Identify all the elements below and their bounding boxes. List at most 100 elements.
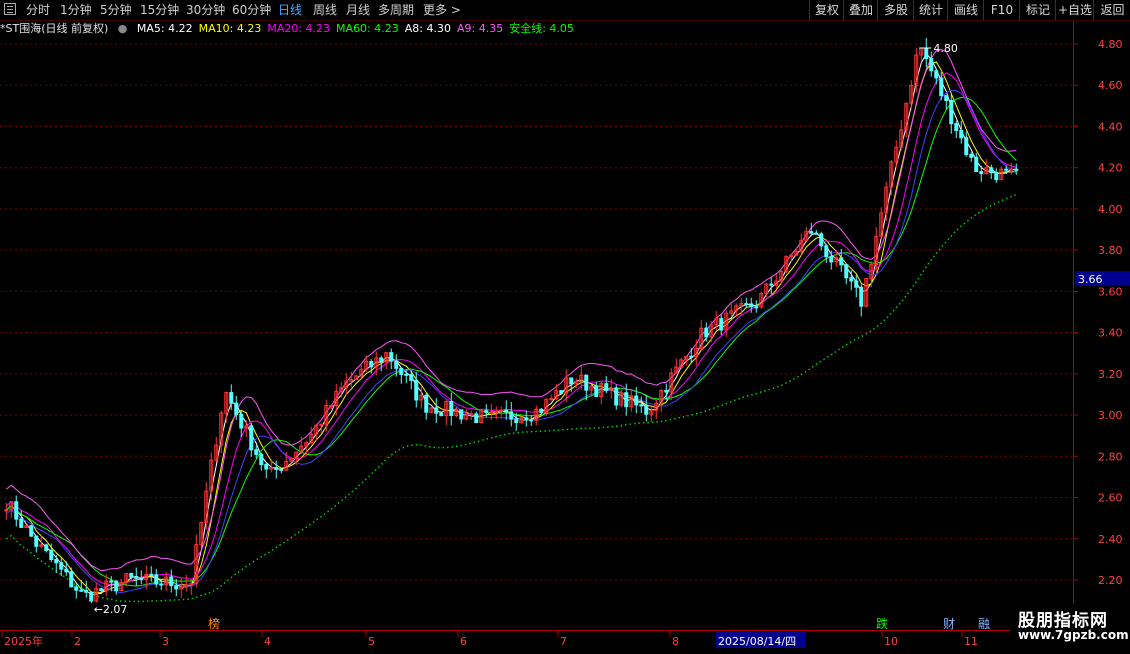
ma-line-4 [5, 49, 1017, 572]
price-tick-6: 3.60 [1098, 285, 1123, 298]
candle [259, 452, 264, 471]
indicator-legend: *ST围海(日线 前复权) ● MA5: 4.22 MA10: 4.23 MA20:… [0, 21, 586, 37]
candle [989, 164, 994, 180]
event-marker-0[interactable]: 榜 [208, 616, 220, 630]
candle [794, 247, 799, 257]
cursor-value: 3.66 [1078, 273, 1103, 286]
low-label: ←2.07 [94, 603, 128, 616]
candle [924, 38, 929, 68]
time-label-1: 2 [74, 635, 81, 648]
safety-line [5, 193, 1017, 603]
period-tab-0[interactable]: 分时 [26, 2, 50, 18]
ma-line-5 [5, 89, 1017, 594]
candle [34, 535, 39, 553]
candle [279, 468, 284, 474]
period-tab-1[interactable]: 1分钟 [60, 2, 92, 18]
event-marker-2[interactable]: 财 [943, 617, 955, 630]
period-tab-3[interactable]: 15分钟 [140, 2, 179, 18]
candle [844, 263, 849, 285]
price-tick-9: 3.00 [1098, 409, 1123, 422]
candle [899, 119, 904, 151]
date-tag: 2025/08/14/四 [718, 635, 796, 648]
candle [864, 277, 869, 308]
candle [459, 409, 464, 424]
candle [29, 524, 34, 537]
toolbar-button-4[interactable]: 画线 [947, 0, 984, 20]
candle [999, 166, 1004, 181]
candle [824, 243, 829, 263]
candle [974, 152, 979, 173]
candle [149, 566, 154, 582]
candle [44, 543, 49, 553]
candle [469, 410, 474, 420]
settings-icon[interactable]: ● [118, 22, 128, 35]
price-tick-1: 4.60 [1098, 79, 1123, 92]
candle [454, 406, 459, 418]
stock-title: *ST围海(日线 前复权) [0, 22, 109, 35]
candle [169, 569, 174, 593]
candle [89, 591, 94, 604]
candle [424, 393, 429, 420]
candle [539, 408, 544, 413]
candle [914, 47, 919, 93]
toolbar-button-0[interactable]: 复权 [809, 0, 844, 20]
candle [504, 400, 509, 420]
toolbar-button-2[interactable]: 多股 [877, 0, 914, 20]
candle [329, 404, 334, 410]
toolbar-button-1[interactable]: 叠加 [843, 0, 878, 20]
period-tab-4[interactable]: 30分钟 [186, 2, 225, 18]
candle [174, 579, 179, 597]
period-tab-5[interactable]: 60分钟 [232, 2, 271, 18]
toolbar-button-5[interactable]: F10 [983, 0, 1020, 20]
candle [449, 392, 454, 426]
candle [464, 409, 469, 421]
candle [549, 395, 554, 402]
candle [954, 120, 959, 139]
time-label-7: 8 [672, 635, 679, 648]
candle [614, 384, 619, 410]
toolbar: 分时 1分钟 5分钟 15分钟 30分钟 60分钟 日线 周线 月线 多周期 更多 > 复权 叠加 多股… [0, 0, 1130, 21]
candle [594, 381, 599, 397]
candle [679, 357, 684, 370]
candle [224, 391, 229, 423]
candle [314, 424, 319, 441]
candle [784, 255, 789, 273]
period-tab-2[interactable]: 5分钟 [100, 2, 132, 18]
legend-item-1: MA10: 4.23 [198, 22, 262, 35]
candle [869, 261, 874, 288]
candle [154, 568, 159, 588]
time-label-9: 11 [964, 635, 978, 648]
time-axis: 2025年 2 3 4 5 6 7 8 10 11 2025/08/14/四 [0, 630, 1073, 651]
period-tab-7[interactable]: 周线 [313, 2, 337, 18]
candlestick-chart[interactable]: 4.80 ←2.07 榜 跌 财 融 [0, 38, 1073, 630]
candle [969, 152, 974, 162]
candle [994, 168, 999, 183]
candle [879, 207, 884, 239]
period-tab-9[interactable]: 多周期 [378, 2, 414, 18]
period-tab-6[interactable]: 日线 [278, 2, 302, 18]
price-tick-13: 2.20 [1098, 574, 1123, 587]
candle [194, 534, 199, 588]
candle [474, 411, 479, 424]
toolbar-button-7[interactable]: +自选 [1055, 0, 1094, 20]
event-marker-3[interactable]: 融 [978, 617, 990, 630]
period-tab-8[interactable]: 月线 [346, 2, 370, 18]
event-marker-1[interactable]: 跌 [876, 616, 888, 630]
candle [944, 95, 949, 110]
candle [1014, 163, 1019, 175]
period-tab-10[interactable]: 更多 > [423, 2, 461, 18]
menu-icon[interactable] [4, 3, 16, 15]
candle [749, 297, 754, 313]
candle [949, 93, 954, 134]
price-tick-10: 2.80 [1098, 450, 1123, 463]
toolbar-button-3[interactable]: 统计 [913, 0, 948, 20]
time-label-3: 4 [264, 635, 271, 648]
toolbar-button-8[interactable]: 返回 [1093, 0, 1130, 20]
price-tick-12: 2.40 [1098, 533, 1123, 546]
time-label-0: 2025年 [4, 634, 43, 648]
candle [339, 382, 344, 398]
toolbar-button-6[interactable]: 标记 [1019, 0, 1056, 20]
candle [959, 120, 964, 144]
legend-items: MA5: 4.22 MA10: 4.23 MA20: 4.23 MA60: 4.23 A… [137, 22, 580, 35]
candle [14, 495, 19, 527]
